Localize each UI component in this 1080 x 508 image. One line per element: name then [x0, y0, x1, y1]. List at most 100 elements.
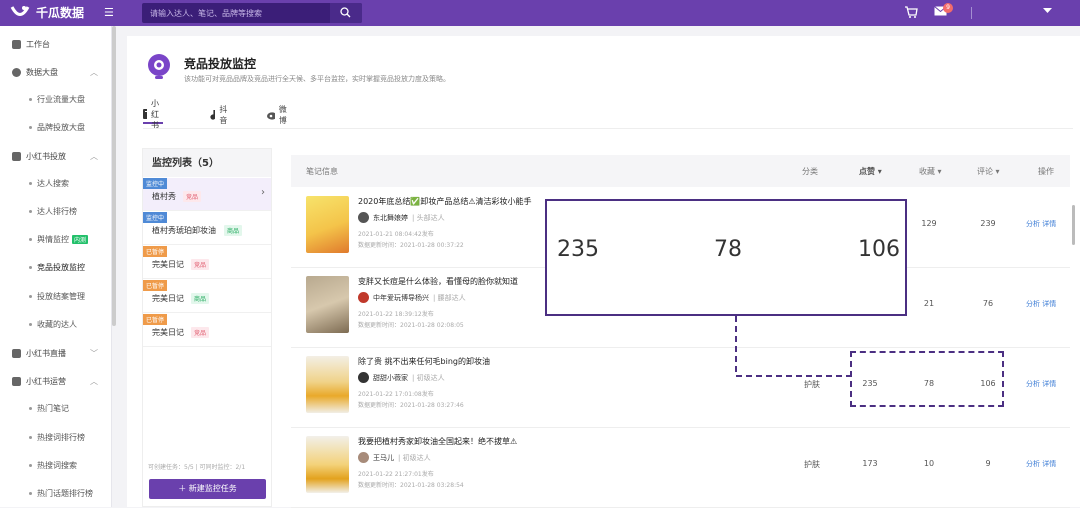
header-likes[interactable]: 点赞 ▾: [859, 166, 882, 177]
sidebar-item-xhs-live[interactable]: 小红书直播 ﹀: [0, 345, 112, 361]
sidebar-item-hot-search-ranking[interactable]: 热搜词排行榜: [0, 429, 112, 445]
chevron-up-icon: ︿: [90, 152, 98, 161]
new-monitor-button[interactable]: ＋ 新建监控任务: [149, 479, 266, 499]
sidebar-item-hot-notes[interactable]: 热门笔记: [0, 400, 112, 416]
row-actions: 分析 详情: [1026, 379, 1056, 389]
sidebar-item-workbench[interactable]: 工作台: [0, 36, 112, 52]
updated-time: 数据更新时间：2021-01-28 03:27:46: [358, 402, 464, 409]
chevron-down-icon[interactable]: [1043, 8, 1052, 14]
sidebar-item-industry-traffic[interactable]: 行业流量大盘: [0, 91, 112, 107]
sidebar-item-hot-search[interactable]: 热搜词搜索: [0, 457, 112, 473]
cart-icon[interactable]: [904, 6, 918, 19]
note-author[interactable]: 甜甜小薇家 | 初级达人: [358, 372, 445, 383]
note-title[interactable]: 变胖又长痘是什么体验，看懂母的脸你就知道: [358, 276, 518, 287]
app-logo[interactable]: 千瓜数据: [10, 4, 84, 21]
comments-count: 9: [985, 459, 991, 468]
chevron-up-icon: ︿: [90, 68, 98, 77]
type-chip: 竞品: [191, 327, 210, 338]
sidebar-item-label: 达人排行榜: [37, 206, 77, 216]
tab-xiaohongshu[interactable]: 小红书: [143, 99, 163, 130]
note-thumbnail[interactable]: [306, 356, 349, 413]
monitor-list-item[interactable]: 监控中 植村秀琥珀卸妆油 商品: [143, 212, 271, 245]
search-bar[interactable]: 请输入达人、笔记、品牌等搜索: [142, 3, 362, 23]
analyze-link[interactable]: 分析: [1026, 300, 1040, 308]
header-comments[interactable]: 评论 ▾: [977, 166, 1000, 177]
chevron-down-icon: ﹀: [90, 349, 98, 358]
updated-time: 数据更新时间：2021-01-28 03:28:54: [358, 482, 464, 489]
note-title[interactable]: 2020年底总结✅卸妆产品总结⚠清洁彩妆小能手: [358, 196, 532, 207]
analyze-link[interactable]: 分析: [1026, 460, 1040, 468]
logo-icon: [10, 6, 30, 16]
sidebar-item-hot-topics[interactable]: 热门话题排行榜: [0, 485, 112, 501]
type-chip: 商品: [224, 225, 243, 236]
sidebar-item-label: 小红书投放: [26, 151, 66, 161]
status-badge: 监控中: [143, 178, 168, 189]
row-actions: 分析 详情: [1026, 219, 1056, 229]
note-thumbnail[interactable]: [306, 436, 349, 493]
avatar: [358, 372, 369, 383]
chat-icon: [12, 376, 21, 386]
search-input[interactable]: 请输入达人、笔记、品牌等搜索: [150, 8, 262, 19]
app-name: 千瓜数据: [36, 6, 85, 20]
sidebar-item-sentiment[interactable]: 舆情监控 内测: [0, 231, 112, 247]
published-time: 2021-01-21 08:04:42发布: [358, 231, 434, 238]
sidebar-item-favorite-kols[interactable]: 收藏的达人: [0, 316, 112, 332]
grid-icon: [12, 39, 21, 49]
sidebar-item-kol-ranking[interactable]: 达人排行榜: [0, 203, 112, 219]
table-header: 笔记信息 分类 点赞 ▾ 收藏 ▾ 评论 ▾ 操作: [291, 155, 1070, 187]
sidebar-item-campaign-close[interactable]: 投放结案管理: [0, 288, 112, 304]
menu-toggle-icon[interactable]: ☰: [104, 6, 114, 19]
sidebar-item-label: 行业流量大盘: [37, 94, 85, 104]
note-thumbnail[interactable]: [306, 276, 349, 333]
note-author[interactable]: 王马儿 | 初级达人: [358, 452, 431, 463]
detail-link[interactable]: 详情: [1042, 380, 1056, 388]
sidebar-item-label: 热搜词搜索: [37, 460, 77, 470]
sidebar-item-xhs-ops[interactable]: 小红书运营 ︿: [0, 373, 112, 389]
author-level: | 初级达人: [412, 373, 445, 382]
sidebar-item-label: 收藏的达人: [37, 319, 77, 329]
sidebar-scrollbar[interactable]: [112, 26, 116, 326]
tab-weibo[interactable]: 微博: [267, 105, 290, 125]
monitor-list-item[interactable]: 已暂停 完美日记 竞品: [143, 246, 271, 279]
sidebar-item-label: 工作台: [26, 39, 50, 49]
search-button[interactable]: [330, 3, 362, 23]
sidebar-item-competitor-monitor[interactable]: 竞品投放监控: [0, 259, 112, 275]
monitor-list-item[interactable]: 监控中 植村秀 竞品 ›: [143, 178, 271, 211]
callout-connector: [735, 316, 852, 377]
table-scrollbar[interactable]: [1072, 205, 1075, 245]
sidebar-item-xhs-ads[interactable]: 小红书投放 ︿: [0, 148, 112, 164]
sidebar-item-brand-dashboard[interactable]: 品牌投放大盘: [0, 119, 112, 135]
note-title[interactable]: 除了贵 挑不出来任何毛bing的卸妆油: [358, 356, 490, 367]
sidebar-item-kol-search[interactable]: 达人搜索: [0, 175, 112, 191]
monitor-list-item[interactable]: 已暂停 完美日记 商品: [143, 280, 271, 313]
type-chip: 商品: [191, 293, 210, 304]
sidebar-item-label: 热门话题排行榜: [37, 488, 93, 498]
analyze-link[interactable]: 分析: [1026, 380, 1040, 388]
note-author[interactable]: 东北舞娘婷 | 头部达人: [358, 212, 445, 223]
header-favorites[interactable]: 收藏 ▾: [919, 166, 942, 177]
sidebar-item-data-dashboard[interactable]: 数据大盘 ︿: [0, 64, 112, 80]
detail-link[interactable]: 详情: [1042, 460, 1056, 468]
chevron-up-icon: ︿: [90, 377, 98, 386]
divider: [971, 7, 972, 19]
tab-label: 小红书: [151, 98, 159, 130]
detail-link[interactable]: 详情: [1042, 220, 1056, 228]
published-time: 2021-01-22 17:01:08发布: [358, 391, 434, 398]
monitor-name: 完美日记: [152, 260, 184, 269]
tabs-divider: [143, 128, 1073, 129]
pie-chart-icon: [12, 67, 21, 77]
note-author[interactable]: 中年爱玩博导杨兴 | 腰部达人: [358, 292, 466, 303]
analyze-link[interactable]: 分析: [1026, 220, 1040, 228]
zoom-comments: 106: [858, 237, 900, 262]
note-title[interactable]: 我要把植村秀家卸妆油全国起来！绝不拔草⚠: [358, 436, 517, 447]
tab-douyin[interactable]: 抖音: [210, 105, 230, 125]
author-level: | 头部达人: [412, 213, 445, 222]
published-time: 2021-01-22 21:27:01发布: [358, 471, 434, 478]
monitor-list-item[interactable]: 已暂停 完美日记 竞品: [143, 314, 271, 347]
favorites-count: 21: [923, 299, 935, 308]
box-icon: [12, 151, 21, 161]
table-row[interactable]: 我要把植村秀家卸妆油全国起来！绝不拔草⚠ 王马儿 | 初级达人 2021-01-2…: [291, 428, 1070, 508]
type-chip: 竞品: [191, 259, 210, 270]
note-thumbnail[interactable]: [306, 196, 349, 253]
detail-link[interactable]: 详情: [1042, 300, 1056, 308]
